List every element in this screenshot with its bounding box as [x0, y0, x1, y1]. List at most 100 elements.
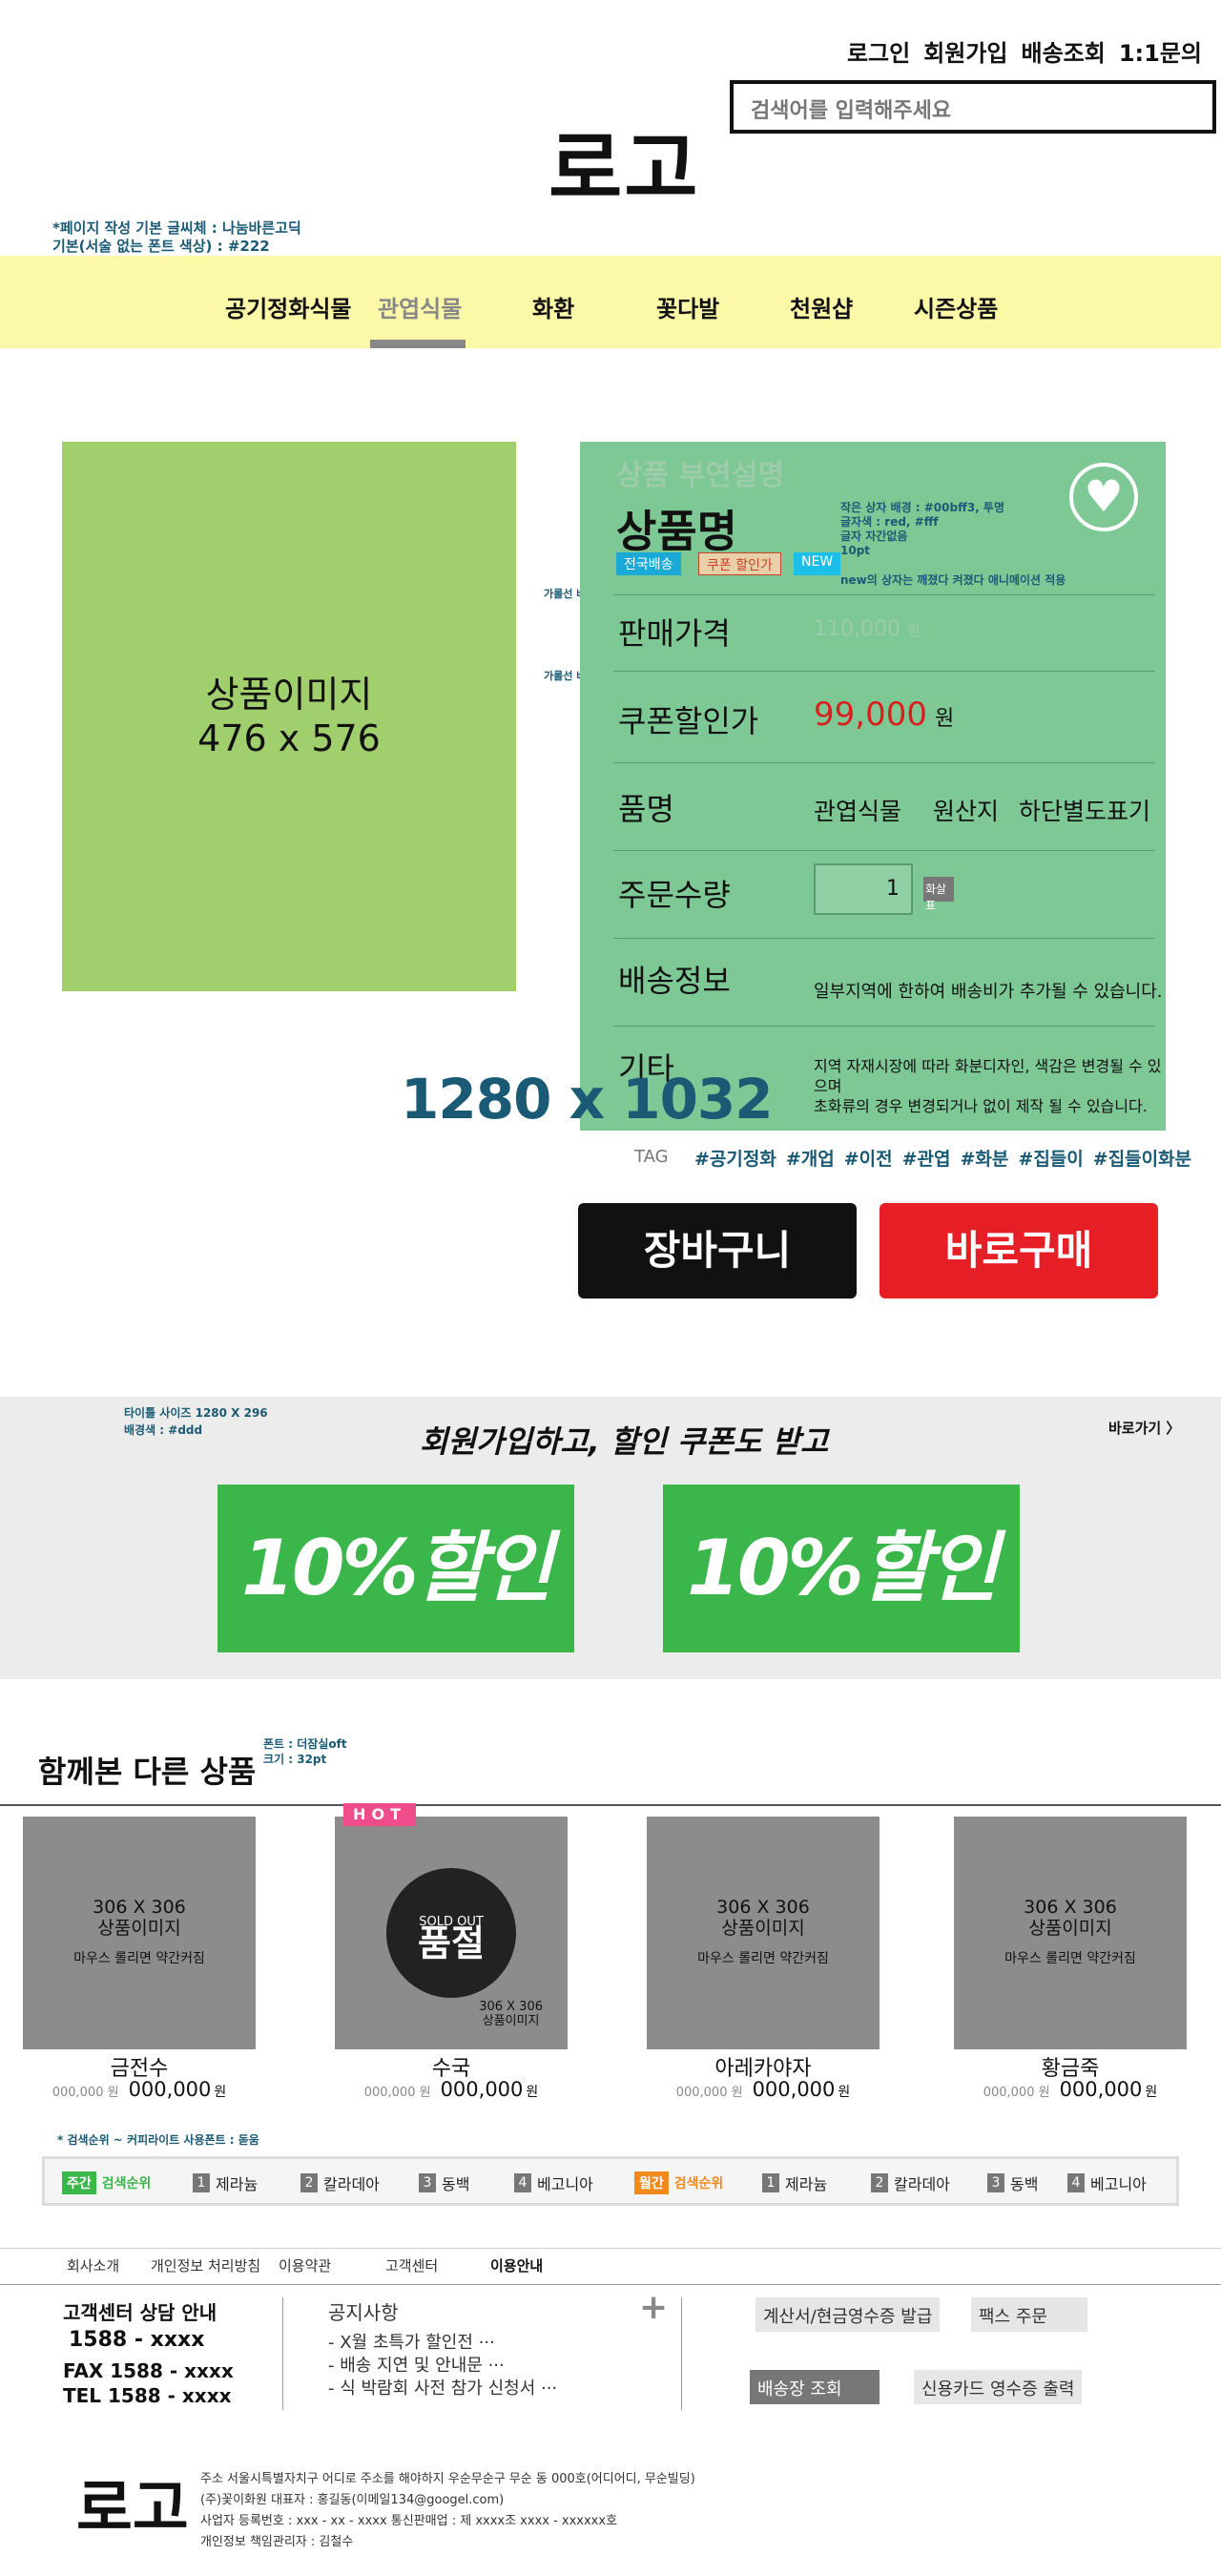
- footer-logo[interactable]: 로고: [76, 2460, 189, 2547]
- tag-list: #공기정화 #개업 #이전 #관엽 #화분 #집들이 #집들이화분: [694, 1145, 1191, 1171]
- product-card-image[interactable]: 306 X 306 상품이미지 마우스 롤리면 약간커짐: [23, 1817, 256, 2049]
- card-receipt-button[interactable]: 신용카드 영수증 출력: [914, 2370, 1083, 2404]
- plus-icon[interactable]: +: [639, 2288, 668, 2327]
- badge-style-note-line: 작은 상자 배경 : #00bff3, 투명: [840, 501, 1004, 514]
- coupon-price: 99,000 원: [814, 696, 954, 734]
- add-to-cart-button[interactable]: 장바구니: [578, 1203, 857, 1298]
- monthly-ranking-header: 월간 검색순위: [634, 2171, 723, 2194]
- fax-order-button[interactable]: 팩스 주문: [971, 2297, 1087, 2332]
- ranking-item[interactable]: 2 칼라데아: [871, 2171, 950, 2194]
- row-divider: [613, 671, 1155, 672]
- tag-link[interactable]: #개업: [786, 1145, 835, 1171]
- tag-label: TAG: [634, 1147, 669, 1167]
- nav-item-foliage[interactable]: 관엽식물: [378, 290, 462, 323]
- tag-link[interactable]: #공기정화: [694, 1145, 776, 1171]
- badge-style-note-line: 글자색 : red, #fff: [840, 515, 939, 529]
- nav-item-season[interactable]: 시즌상품: [914, 290, 998, 323]
- product-card-image[interactable]: 306 X 306 상품이미지 마우스 롤리면 약간커짐: [647, 1817, 880, 2049]
- ranking-item[interactable]: 4 베고니아: [1067, 2171, 1147, 2194]
- weekly-tag: 주간: [62, 2171, 96, 2194]
- card-image-hint: 마우스 롤리면 약간커짐: [1004, 1951, 1136, 1966]
- notice-item[interactable]: - X월 초특가 할인전 ···: [328, 2332, 557, 2355]
- badge-nationwide: 전국배송: [616, 552, 681, 575]
- footer-link-support[interactable]: 고객센터: [385, 2255, 438, 2275]
- ranking-item[interactable]: 3 동백: [987, 2171, 1038, 2194]
- nav-active-indicator: [370, 340, 466, 348]
- footer-link-terms[interactable]: 이용약관: [279, 2255, 331, 2275]
- product-info-panel: 상품 부연설명 상품명 ♥ 전국배송 쿠폰 할인가 NEW 작은 상자 배경 :…: [580, 442, 1166, 1131]
- product-card-image[interactable]: 306 X 306 상품이미지 마우스 롤리면 약간커짐: [954, 1817, 1187, 2049]
- footer-link-guide[interactable]: 이용안내: [490, 2255, 543, 2275]
- rank-number: 3: [419, 2173, 436, 2192]
- etc-info: 지역 자재시장에 따라 화분디자인, 색감은 변경될 수 있으며 초화류의 경우…: [814, 1056, 1166, 1116]
- quantity-input[interactable]: 1: [814, 863, 913, 915]
- nav-item-wreath[interactable]: 화환: [532, 290, 574, 323]
- tag-link[interactable]: #관엽: [902, 1145, 951, 1171]
- coupon-10-percent[interactable]: 10%할인: [217, 1485, 574, 1652]
- notice-list: - X월 초특가 할인전 ··· - 배송 지연 및 안내문 ··· - 식 박…: [328, 2332, 557, 2400]
- delivery-lookup-link[interactable]: 배송조회: [1022, 34, 1106, 68]
- weekly-ranking-header: 주간 검색순위: [62, 2171, 151, 2194]
- tracking-lookup-button[interactable]: 배송장 조회: [750, 2370, 880, 2404]
- search-input[interactable]: 검색어를 입력해주세요: [730, 80, 1216, 134]
- rank-number: 4: [514, 2173, 531, 2192]
- footer-vertical-divider: [282, 2297, 283, 2410]
- nav-item-air-purifying[interactable]: 공기정화식물: [225, 290, 351, 323]
- notice-item[interactable]: - 식 박람회 사전 참가 신청서 ···: [328, 2378, 557, 2400]
- search-ranking-box: 주간 검색순위 1 제라늄 2 칼라데아 3 동백 4 베고니아 월간 검색순위 1 제라…: [42, 2156, 1179, 2206]
- notice-item[interactable]: - 배송 지연 및 안내문 ···: [328, 2355, 557, 2378]
- inquiry-link[interactable]: 1:1문의: [1119, 34, 1202, 68]
- tag-link[interactable]: #이전: [844, 1145, 893, 1171]
- row-divider: [613, 938, 1155, 939]
- weekly-label: 검색순위: [101, 2176, 152, 2192]
- product-name: 상품명: [616, 506, 737, 557]
- product-image-size: 476 x 576: [197, 717, 381, 759]
- rank-number: 4: [1067, 2173, 1085, 2192]
- product-sub-description: 상품 부연설명: [616, 459, 785, 492]
- footer-link-company[interactable]: 회사소개: [67, 2255, 119, 2275]
- site-logo[interactable]: 로고: [548, 105, 700, 220]
- rank-number: 1: [762, 2173, 779, 2192]
- rank-keyword: 동백: [1010, 2175, 1039, 2193]
- banner-shortcut-link[interactable]: 바로가기 〉: [1108, 1418, 1180, 1438]
- ranking-item[interactable]: 1 제라늄: [762, 2171, 827, 2194]
- banner-note-line: 타이틀 사이즈 1280 X 296: [124, 1406, 268, 1420]
- nav-item-bouquet[interactable]: 꽃다발: [656, 290, 719, 323]
- company-info-line: 개인정보 책임관리자 : 김철수: [200, 2535, 354, 2549]
- login-link[interactable]: 로그인: [847, 34, 910, 68]
- customer-center-phone: 1588 - xxxx: [69, 2328, 205, 2352]
- item-origin: 원산지: [933, 798, 1000, 825]
- tag-link[interactable]: #집들이화분: [1093, 1145, 1191, 1171]
- company-info: 주소 서울시특별자치구 어디로 주소를 해야하지 우순무순구 무순 동 000호…: [200, 2469, 695, 2553]
- card-sale-price-unit: 원: [214, 2085, 227, 2100]
- ranking-item[interactable]: 3 동백: [419, 2171, 469, 2194]
- ranking-item[interactable]: 4 베고니아: [514, 2171, 593, 2194]
- ranking-item[interactable]: 1 제라늄: [193, 2171, 258, 2194]
- heart-icon[interactable]: ♥: [1069, 463, 1138, 531]
- signup-link[interactable]: 회원가입: [923, 34, 1007, 68]
- nav-item-1000-shop[interactable]: 천원샵: [790, 290, 853, 323]
- font-note-line: *페이지 작성 기본 글씨체 : 나눔바른고딕: [52, 219, 301, 237]
- coupon-price-value: 99,000: [814, 696, 927, 734]
- quantity-stepper[interactable]: 화살표: [923, 877, 954, 912]
- tag-link[interactable]: #집들이: [1018, 1145, 1083, 1171]
- item-label: 품명: [618, 791, 674, 827]
- tag-link[interactable]: #화분: [961, 1145, 1009, 1171]
- card-original-price: 000,000 원: [363, 2086, 431, 2100]
- banner-note: 타이틀 사이즈 1280 X 296 배경색 : #ddd: [124, 1404, 268, 1439]
- qty-label: 주문수량: [618, 877, 731, 913]
- card-image-size-line: 상품이미지: [482, 2014, 540, 2028]
- ranking-item[interactable]: 2 칼라데아: [300, 2171, 380, 2194]
- buy-now-button[interactable]: 바로구매: [880, 1203, 1158, 1298]
- badge-new: NEW: [794, 552, 841, 575]
- card-image-size: 306 X 306: [1024, 1897, 1117, 1918]
- footer-link-privacy[interactable]: 개인정보 처리방침: [151, 2255, 260, 2275]
- font-note-line: 기본(서술 없는 폰트 색상) : #222: [52, 238, 270, 255]
- card-sale-price: 000,000 원: [129, 2078, 227, 2101]
- coupon-10-percent[interactable]: 10%할인: [663, 1485, 1020, 1652]
- notice-title: 공지사항: [328, 2301, 399, 2324]
- item-origin-note: 하단별도표기: [1019, 798, 1151, 825]
- product-card-image-sold-out[interactable]: SOLD OUT 품절 306 X 306 상품이미지: [335, 1817, 568, 2049]
- receipt-issue-button[interactable]: 계산서/현금영수증 발급: [755, 2297, 941, 2332]
- price-label: 판매가격: [618, 615, 731, 652]
